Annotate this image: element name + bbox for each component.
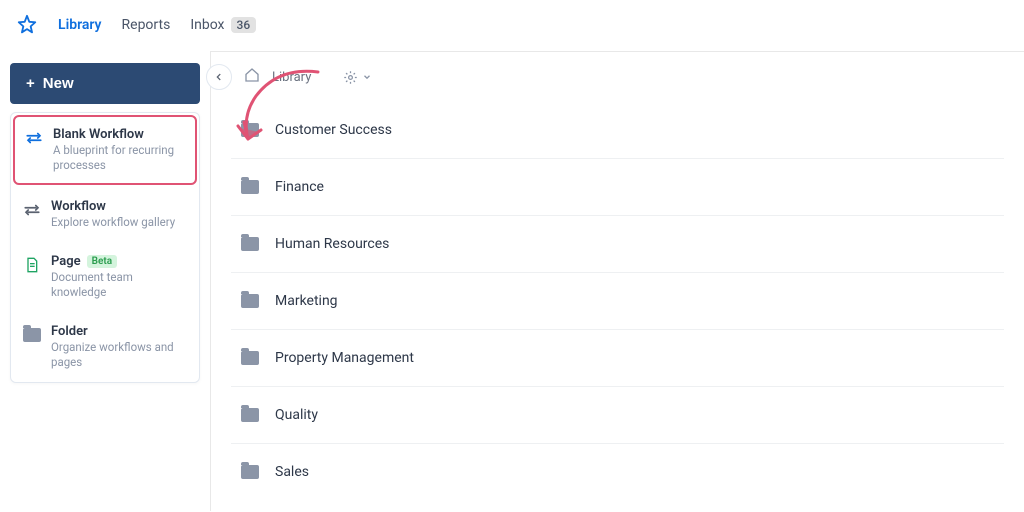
folder-name: Property Management xyxy=(275,350,414,366)
new-dropdown: Blank Workflow A blueprint for recurring… xyxy=(10,112,200,383)
folder-row[interactable]: Property Management xyxy=(231,330,1004,387)
menu-blank-workflow[interactable]: Blank Workflow A blueprint for recurring… xyxy=(13,115,197,185)
back-button[interactable] xyxy=(206,64,232,90)
folder-icon xyxy=(241,123,259,137)
folder-row[interactable]: Marketing xyxy=(231,273,1004,330)
main-content: Library Customer Success Finance Human R… xyxy=(210,51,1024,511)
new-button-label: New xyxy=(43,75,74,92)
page-icon xyxy=(23,256,41,274)
nav-inbox[interactable]: Inbox 36 xyxy=(190,17,256,33)
breadcrumb: Library xyxy=(211,52,1024,102)
folder-name: Finance xyxy=(275,179,324,195)
workflow-icon xyxy=(23,201,41,219)
folder-icon xyxy=(241,351,259,365)
app-logo[interactable] xyxy=(16,14,38,36)
folder-row[interactable]: Finance xyxy=(231,159,1004,216)
folder-list: Customer Success Finance Human Resources… xyxy=(211,102,1024,500)
settings-menu[interactable] xyxy=(343,70,372,85)
nav-inbox-label: Inbox xyxy=(190,17,224,33)
breadcrumb-library[interactable]: Library xyxy=(272,70,311,85)
folder-icon xyxy=(23,326,41,344)
folder-icon xyxy=(241,408,259,422)
folder-row[interactable]: Customer Success xyxy=(231,102,1004,159)
folder-name: Sales xyxy=(275,464,309,480)
top-navigation: Library Reports Inbox 36 xyxy=(0,0,1024,51)
beta-badge: Beta xyxy=(87,255,117,268)
folder-icon xyxy=(241,294,259,308)
gear-icon xyxy=(343,70,358,85)
folder-name: Marketing xyxy=(275,293,338,309)
menu-item-desc: A blueprint for recurring processes xyxy=(53,143,185,173)
new-button[interactable]: + New xyxy=(10,63,200,104)
folder-row[interactable]: Quality xyxy=(231,387,1004,444)
folder-name: Customer Success xyxy=(275,122,392,138)
menu-item-desc: Explore workflow gallery xyxy=(51,215,175,230)
sidebar: + New Blank Workflow A blueprint for rec… xyxy=(0,51,210,511)
nav-library[interactable]: Library xyxy=(58,17,102,33)
menu-item-title: Page Beta xyxy=(51,254,187,269)
menu-item-title-text: Page xyxy=(51,254,81,269)
menu-item-desc: Organize workflows and pages xyxy=(51,340,187,370)
menu-item-title: Workflow xyxy=(51,199,175,214)
folder-icon xyxy=(241,237,259,251)
menu-item-title: Folder xyxy=(51,324,187,339)
folder-name: Human Resources xyxy=(275,236,389,252)
menu-workflow[interactable]: Workflow Explore workflow gallery xyxy=(11,187,199,242)
home-icon[interactable] xyxy=(244,67,260,87)
workflow-icon xyxy=(25,129,43,147)
menu-item-desc: Document team knowledge xyxy=(51,270,187,300)
menu-folder[interactable]: Folder Organize workflows and pages xyxy=(11,312,199,382)
nav-reports[interactable]: Reports xyxy=(122,17,171,33)
folder-row[interactable]: Human Resources xyxy=(231,216,1004,273)
folder-row[interactable]: Sales xyxy=(231,444,1004,500)
folder-icon xyxy=(241,180,259,194)
folder-icon xyxy=(241,465,259,479)
menu-item-title: Blank Workflow xyxy=(53,127,185,142)
folder-name: Quality xyxy=(275,407,318,423)
inbox-count-badge: 36 xyxy=(231,17,257,33)
chevron-down-icon xyxy=(362,72,372,82)
menu-page[interactable]: Page Beta Document team knowledge xyxy=(11,242,199,312)
plus-icon: + xyxy=(26,75,35,92)
